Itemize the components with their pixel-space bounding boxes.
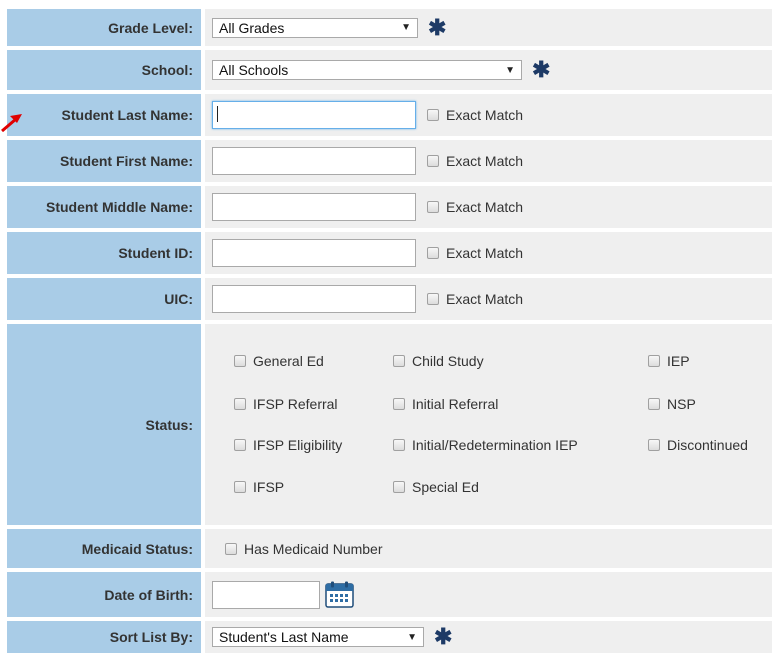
- middle-name-label: Student Middle Name:: [7, 186, 201, 228]
- school-value: All Schools: [219, 62, 289, 78]
- row-sort: Sort List By: Student's Last Name ▼ ✱: [7, 621, 772, 653]
- checkbox-icon[interactable]: [648, 355, 660, 367]
- student-id-input[interactable]: [212, 239, 416, 267]
- row-medicaid: Medicaid Status: Has Medicaid Number: [7, 529, 772, 568]
- status-option[interactable]: IFSP: [234, 479, 284, 495]
- sort-select[interactable]: Student's Last Name ▼: [212, 627, 424, 647]
- row-student-id: Student ID: Exact Match: [7, 232, 772, 274]
- checkbox-icon[interactable]: [234, 481, 246, 493]
- uic-input[interactable]: [212, 285, 416, 313]
- first-name-label: Student First Name:: [7, 140, 201, 182]
- status-label: Status:: [7, 324, 201, 525]
- status-option[interactable]: Initial/Redetermination IEP: [393, 437, 578, 453]
- checkbox-icon[interactable]: [427, 247, 439, 259]
- status-option[interactable]: IFSP Eligibility: [234, 437, 342, 453]
- sort-label: Sort List By:: [7, 621, 201, 653]
- checkbox-icon[interactable]: [393, 439, 405, 451]
- student-search-form: Grade Level: All Grades ▼ ✱ School: All …: [7, 9, 772, 657]
- student-id-label: Student ID:: [7, 232, 201, 274]
- checkbox-icon[interactable]: [648, 398, 660, 410]
- grade-level-value: All Grades: [219, 19, 285, 36]
- status-option[interactable]: Discontinued: [648, 437, 748, 453]
- exact-match-last-name[interactable]: Exact Match: [427, 107, 523, 123]
- checkbox-icon[interactable]: [427, 109, 439, 121]
- checkbox-icon[interactable]: [393, 355, 405, 367]
- grade-level-select[interactable]: All Grades ▼: [212, 17, 418, 38]
- row-last-name: Student Last Name: Exact Match: [7, 94, 772, 136]
- checkbox-icon[interactable]: [393, 398, 405, 410]
- required-asterisk-icon: ✱: [428, 14, 447, 40]
- status-option[interactable]: Special Ed: [393, 479, 479, 495]
- status-option[interactable]: Child Study: [393, 353, 484, 369]
- row-uic: UIC: Exact Match: [7, 278, 772, 320]
- exact-match-middle-name[interactable]: Exact Match: [427, 199, 523, 215]
- status-option[interactable]: NSP: [648, 396, 696, 412]
- sort-value: Student's Last Name: [219, 629, 349, 645]
- checkbox-icon[interactable]: [234, 398, 246, 410]
- checkbox-icon[interactable]: [234, 439, 246, 451]
- caret-down-icon: ▼: [505, 64, 515, 76]
- first-name-input[interactable]: [212, 147, 416, 175]
- exact-match-uic[interactable]: Exact Match: [427, 291, 523, 307]
- caret-down-icon: ▼: [401, 22, 411, 33]
- checkbox-icon[interactable]: [427, 201, 439, 213]
- row-dob: Date of Birth:: [7, 572, 772, 617]
- exact-match-student-id[interactable]: Exact Match: [427, 245, 523, 261]
- checkbox-icon[interactable]: [427, 155, 439, 167]
- row-first-name: Student First Name: Exact Match: [7, 140, 772, 182]
- row-status: Status: General Ed Child Study IEP IFSP …: [7, 324, 772, 525]
- red-arrow-pointer-icon: [1, 114, 22, 132]
- school-select[interactable]: All Schools ▼: [212, 60, 522, 80]
- status-options: General Ed Child Study IEP IFSP Referral…: [205, 324, 772, 525]
- checkbox-icon[interactable]: [427, 293, 439, 305]
- medicaid-label: Medicaid Status:: [7, 529, 201, 568]
- status-option[interactable]: General Ed: [234, 353, 324, 369]
- checkbox-icon[interactable]: [234, 355, 246, 367]
- middle-name-input[interactable]: [212, 193, 416, 221]
- has-medicaid-checkbox[interactable]: Has Medicaid Number: [225, 541, 383, 557]
- checkbox-icon[interactable]: [393, 481, 405, 493]
- grade-level-label: Grade Level:: [7, 9, 201, 46]
- row-school: School: All Schools ▼ ✱: [7, 50, 772, 90]
- checkbox-icon[interactable]: [648, 439, 660, 451]
- checkbox-icon[interactable]: [225, 542, 237, 555]
- last-name-input[interactable]: [212, 101, 416, 129]
- status-option[interactable]: IFSP Referral: [234, 396, 338, 412]
- status-option[interactable]: Initial Referral: [393, 396, 498, 412]
- text-cursor: [217, 106, 218, 122]
- exact-match-first-name[interactable]: Exact Match: [427, 153, 523, 169]
- dob-label: Date of Birth:: [7, 572, 201, 617]
- row-grade-level: Grade Level: All Grades ▼ ✱: [7, 9, 772, 46]
- last-name-label: Student Last Name:: [7, 94, 201, 136]
- uic-label: UIC:: [7, 278, 201, 320]
- caret-down-icon: ▼: [407, 631, 417, 643]
- status-option[interactable]: IEP: [648, 353, 690, 369]
- school-label: School:: [7, 50, 201, 90]
- required-asterisk-icon: ✱: [532, 57, 551, 82]
- calendar-icon[interactable]: [325, 581, 354, 608]
- row-middle-name: Student Middle Name: Exact Match: [7, 186, 772, 228]
- dob-input[interactable]: [212, 580, 320, 609]
- required-asterisk-icon: ✱: [434, 624, 453, 649]
